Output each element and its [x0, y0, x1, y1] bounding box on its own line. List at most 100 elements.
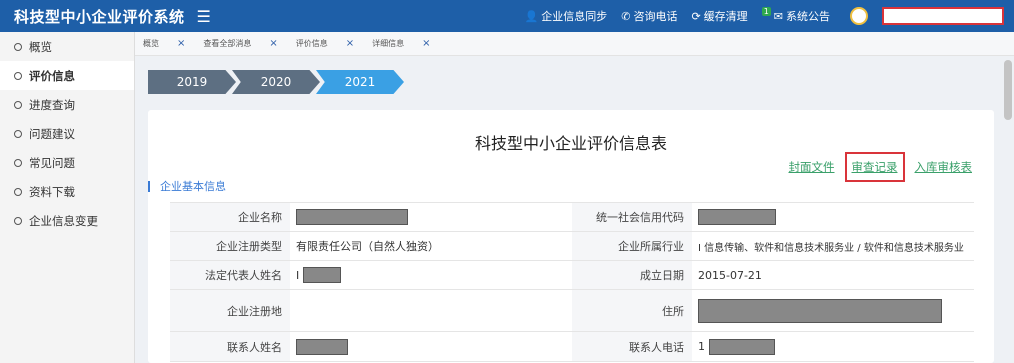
sidebar-item-label: 概览: [29, 39, 52, 54]
table-row: 企业名称 统一社会信用代码: [170, 203, 974, 232]
value-legal-rep: I: [290, 261, 572, 289]
cover-file-link[interactable]: 封面文件: [789, 159, 835, 175]
sidebar-item-label: 进度查询: [29, 97, 75, 112]
scrollbar-thumb[interactable]: [1004, 60, 1012, 120]
storage-review-link[interactable]: 入库审核表: [915, 159, 973, 175]
tab-label: 概览: [143, 39, 159, 48]
document-links: 封面文件 审查记录 入库审核表: [789, 152, 973, 182]
person-icon: 👤: [524, 9, 539, 23]
phone-icon: ✆: [621, 9, 631, 23]
redacted-block: [303, 267, 342, 283]
clear-cache-label: 缓存清理: [703, 10, 748, 23]
year-step-2019[interactable]: 2019: [148, 70, 236, 94]
menu-toggle-icon[interactable]: ☰: [197, 7, 211, 26]
form-title: 科技型中小企业评价信息表: [474, 134, 667, 153]
tab-label: 查看全部消息: [203, 39, 252, 48]
circle-icon: [14, 42, 22, 51]
close-icon[interactable]: ×: [422, 38, 430, 49]
redacted-block: [296, 209, 408, 225]
close-icon[interactable]: ×: [269, 38, 277, 49]
announcement-button[interactable]: 1 ✉ 系统公告: [761, 6, 830, 24]
label-company-name: 企业名称: [170, 203, 290, 231]
tab-evaluation[interactable]: 评价信息 ×: [296, 38, 368, 49]
clear-cache-button[interactable]: ⟳ 缓存清理: [691, 8, 747, 24]
sidebar-item-label: 常见问题: [29, 155, 75, 170]
mail-icon: ✉: [773, 9, 783, 23]
tab-label: 详细信息: [372, 39, 405, 48]
sidebar-item-label: 问题建议: [29, 126, 75, 141]
sidebar-item-feedback[interactable]: 问题建议: [0, 119, 134, 148]
year-step-2021[interactable]: 2021: [316, 70, 404, 94]
announcement-label: 系统公告: [786, 10, 830, 23]
value-reg-type: 有限责任公司（自然人独资）: [296, 240, 439, 253]
table-row: 企业注册地 住所: [170, 290, 974, 332]
announcement-badge: 1: [761, 6, 771, 16]
redacted-block: [698, 209, 776, 225]
table-row: 企业注册类型 有限责任公司（自然人独资） 企业所属行业 I 信息传输、软件和信息…: [170, 232, 974, 261]
tab-overview[interactable]: 概览 ×: [143, 38, 199, 49]
value-credit-code: [692, 203, 974, 231]
section-title: 企业基本信息: [160, 180, 226, 193]
company-sync-label: 企业信息同步: [541, 10, 608, 23]
tab-label: 评价信息: [295, 39, 328, 48]
redacted-block: [698, 298, 942, 323]
hotline-label: 咨询电话: [633, 10, 678, 23]
sidebar-item-label: 企业信息变更: [29, 213, 98, 228]
company-sync-button[interactable]: 👤 企业信息同步: [525, 8, 608, 24]
value-company-name: [290, 203, 572, 231]
label-legal-rep: 法定代表人姓名: [170, 261, 290, 289]
table-row: 法定代表人姓名 I 成立日期 2015-07-21: [170, 261, 974, 290]
circle-icon: [14, 71, 22, 80]
value-industry: I 信息传输、软件和信息技术服务业 / 软件和信息技术服务业: [698, 242, 964, 254]
page-scrollbar[interactable]: [1004, 56, 1012, 363]
header-actions: 👤 企业信息同步 ✆ 咨询电话 ⟳ 缓存清理 1 ✉ 系统公告: [525, 0, 1004, 32]
hotline-button[interactable]: ✆ 咨询电话: [621, 8, 677, 24]
label-contact-phone: 联系人电话: [572, 332, 692, 361]
value-contact-name: [290, 332, 572, 361]
redacted-block: [709, 338, 775, 355]
year-selector: 2019 2020 2021: [148, 70, 404, 94]
sidebar-item-evaluation[interactable]: 评价信息: [0, 61, 134, 90]
evaluation-panel: 科技型中小企业评价信息表 封面文件 审查记录 入库审核表 企业基本信息 企业名称…: [148, 110, 994, 363]
section-marker: [148, 180, 150, 192]
label-industry: 企业所属行业: [572, 232, 692, 260]
sidebar-item-faq[interactable]: 常见问题: [0, 148, 134, 177]
close-icon[interactable]: ×: [177, 38, 185, 49]
tab-bar: 概览 × 查看全部消息 × 评价信息 × 详细信息 ×: [135, 32, 1014, 56]
redacted-block: [296, 338, 348, 355]
user-name-box[interactable]: [882, 7, 1004, 25]
sidebar: 概览 评价信息 进度查询 问题建议 常见问题 资料下载 企业信息变更: [0, 32, 135, 363]
label-contact-name: 联系人姓名: [170, 332, 290, 361]
review-record-link[interactable]: 审查记录: [852, 160, 898, 174]
sidebar-item-overview[interactable]: 概览: [0, 32, 134, 61]
review-record-highlight: 审查记录: [844, 152, 905, 182]
close-icon[interactable]: ×: [346, 38, 354, 49]
circle-icon: [14, 187, 22, 196]
label-credit-code: 统一社会信用代码: [572, 203, 692, 231]
sidebar-item-info-change[interactable]: 企业信息变更: [0, 206, 134, 235]
year-step-2020[interactable]: 2020: [232, 70, 320, 94]
value-founded-date: 2015-07-21: [698, 268, 762, 282]
sidebar-item-downloads[interactable]: 资料下载: [0, 177, 134, 206]
section-heading: 企业基本信息: [148, 178, 226, 194]
sidebar-item-progress[interactable]: 进度查询: [0, 90, 134, 119]
label-reg-place: 企业注册地: [170, 290, 290, 331]
avatar[interactable]: [850, 7, 868, 25]
refresh-icon: ⟳: [691, 9, 701, 23]
sidebar-item-label: 评价信息: [29, 68, 75, 83]
contact-phone-prefix: 1: [698, 340, 705, 353]
tab-all-messages[interactable]: 查看全部消息 ×: [203, 38, 291, 49]
value-reg-place: [290, 290, 572, 331]
value-contact-phone: 1: [692, 332, 974, 361]
app-title: 科技型中小企业评价系统: [14, 7, 185, 26]
table-row: 联系人姓名 联系人电话 1: [170, 332, 974, 362]
value-address: [692, 290, 974, 331]
tab-details[interactable]: 详细信息 ×: [372, 38, 444, 49]
legal-rep-prefix: I: [296, 268, 300, 282]
circle-icon: [14, 129, 22, 138]
circle-icon: [14, 216, 22, 225]
circle-icon: [14, 158, 22, 167]
company-info-table: 企业名称 统一社会信用代码 企业注册类型 有限责任公司（自然人独资） 企业所属行…: [170, 202, 974, 362]
label-reg-type: 企业注册类型: [170, 232, 290, 260]
sidebar-item-label: 资料下载: [29, 184, 75, 199]
